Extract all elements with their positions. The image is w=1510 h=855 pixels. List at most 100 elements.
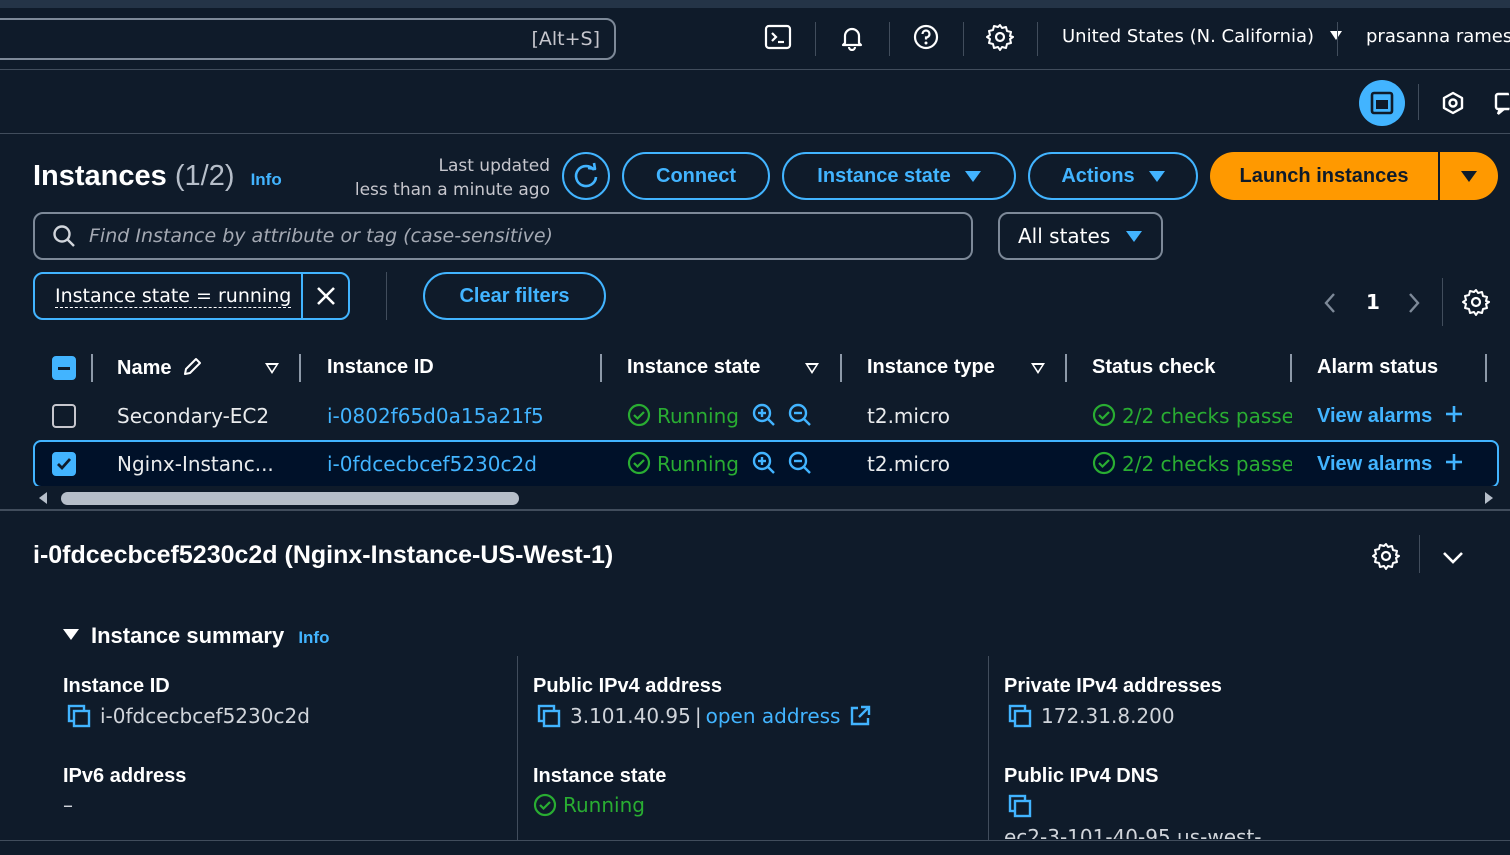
column-header-alarm-status[interactable]: Alarm status xyxy=(1317,356,1438,379)
copy-icon[interactable] xyxy=(1007,703,1033,729)
search-shortcut: [Alt+S] xyxy=(531,28,600,50)
instance-state: Running xyxy=(627,451,739,476)
table-preferences-button[interactable] xyxy=(1462,288,1490,321)
column-header-instance-id[interactable]: Instance ID xyxy=(327,356,434,379)
column-header-status-check[interactable]: Status check xyxy=(1092,356,1215,379)
account-menu[interactable]: prasanna ramesh xyxy=(1366,26,1510,47)
filter-token-label[interactable]: Instance state = running xyxy=(35,274,303,318)
detail-preferences-button[interactable] xyxy=(1372,542,1400,575)
check-circle-icon xyxy=(627,451,651,475)
clear-filters-button[interactable]: Clear filters xyxy=(423,272,606,320)
column-divider[interactable] xyxy=(1290,354,1292,382)
column-divider[interactable] xyxy=(840,354,842,382)
nav-divider xyxy=(963,22,964,56)
private-ipv4-value: 172.31.8.200 xyxy=(1007,703,1175,729)
filter-divider xyxy=(386,272,387,320)
sort-caret-icon[interactable] xyxy=(1031,363,1045,374)
copy-icon[interactable] xyxy=(66,703,92,729)
launch-instances-button[interactable]: Launch instances xyxy=(1210,152,1498,200)
detail-divider xyxy=(1419,535,1420,573)
scroll-left-icon[interactable] xyxy=(37,491,49,505)
actions-button[interactable]: Actions xyxy=(1028,152,1198,200)
horizontal-scrollbar[interactable] xyxy=(33,486,1499,510)
top-nav: [Alt+S] United States (N. California) pr… xyxy=(0,8,1510,70)
status-check: 2/2 checks passec xyxy=(1092,451,1292,476)
states-select[interactable]: All states xyxy=(998,212,1163,260)
refresh-button[interactable] xyxy=(562,152,610,200)
instance-summary-toggle[interactable]: Instance summary Info xyxy=(63,623,329,649)
public-dns-label: Public IPv4 DNS xyxy=(1004,765,1159,787)
private-ipv4-text: 172.31.8.200 xyxy=(1041,704,1175,728)
instance-id-link[interactable]: i-0802f65d0a15a21f5 xyxy=(327,404,544,428)
panel-layout-button[interactable] xyxy=(1359,80,1405,126)
nav-divider xyxy=(889,22,890,56)
page-number[interactable]: 1 xyxy=(1366,290,1380,314)
launch-dropdown-button[interactable] xyxy=(1440,152,1498,200)
top-strip xyxy=(0,0,1510,8)
zoom-in-icon[interactable] xyxy=(751,450,777,481)
column-divider xyxy=(517,656,518,846)
info-link[interactable]: Info xyxy=(251,170,282,189)
view-alarms-link[interactable]: View alarms xyxy=(1317,452,1464,476)
scrollbar-thumb[interactable] xyxy=(61,492,519,505)
page-title: Instances (1/2) Info xyxy=(33,160,282,193)
instance-summary-heading: Instance summary xyxy=(91,623,285,648)
chevron-down-icon xyxy=(1443,552,1463,564)
scroll-right-icon[interactable] xyxy=(1483,491,1495,505)
help-icon[interactable] xyxy=(911,22,941,52)
instance-count: (1/2) xyxy=(174,160,235,192)
connect-button[interactable]: Connect xyxy=(622,152,770,200)
instances-panel: Instances (1/2) Info Last updated less t… xyxy=(0,134,1510,510)
feedback-button[interactable] xyxy=(1484,80,1510,126)
column-divider[interactable] xyxy=(91,354,93,382)
prev-page-button[interactable] xyxy=(1322,292,1338,319)
column-divider[interactable] xyxy=(1065,354,1067,382)
select-all-checkbox[interactable] xyxy=(52,356,76,380)
nav-divider xyxy=(1037,22,1038,56)
cloudshell-icon[interactable] xyxy=(763,22,793,52)
gear-icon[interactable] xyxy=(985,22,1015,52)
copy-icon[interactable] xyxy=(1007,793,1033,819)
bell-icon[interactable] xyxy=(837,22,867,52)
states-select-value: All states xyxy=(1018,224,1111,248)
next-page-button[interactable] xyxy=(1406,292,1422,319)
instance-state-label: Instance state xyxy=(817,164,951,187)
view-alarms-link[interactable]: View alarms xyxy=(1317,404,1464,428)
view-alarms-label: View alarms xyxy=(1317,453,1433,475)
column-header-instance-type[interactable]: Instance type xyxy=(867,356,995,379)
instance-search-input[interactable]: Find Instance by attribute or tag (case-… xyxy=(33,212,973,260)
instance-name: Secondary-EC2 xyxy=(117,404,270,428)
zoom-out-icon[interactable] xyxy=(787,402,813,433)
remove-filter-button[interactable] xyxy=(303,274,348,318)
zoom-in-icon[interactable] xyxy=(751,402,777,433)
instance-id-text: i-0fdcecbcef5230c2d xyxy=(100,704,310,728)
instance-id-link[interactable]: i-0fdcecbcef5230c2d xyxy=(327,452,537,476)
instance-state-field-label: Instance state xyxy=(533,765,667,787)
hexagon-settings-button[interactable] xyxy=(1430,80,1476,126)
sort-caret-icon[interactable] xyxy=(805,363,819,374)
column-header-instance-state[interactable]: Instance state xyxy=(627,356,760,379)
sort-caret-icon[interactable] xyxy=(265,363,279,374)
open-address-link[interactable]: open address xyxy=(706,704,841,728)
close-icon xyxy=(316,287,335,305)
table-row-selected[interactable]: Nginx-Instanc... i-0fdcecbcef5230c2d Run… xyxy=(33,440,1499,488)
zoom-out-icon[interactable] xyxy=(787,450,813,481)
column-divider[interactable] xyxy=(600,354,602,382)
instance-state-button[interactable]: Instance state xyxy=(782,152,1016,200)
global-search-input[interactable]: [Alt+S] xyxy=(0,18,616,60)
row-checkbox[interactable] xyxy=(52,404,76,428)
external-link-icon[interactable] xyxy=(848,704,872,728)
collapse-panel-button[interactable] xyxy=(1441,547,1465,571)
column-divider[interactable] xyxy=(299,354,301,382)
summary-info-link[interactable]: Info xyxy=(298,628,329,647)
footer-edge xyxy=(0,840,1510,855)
chevron-right-icon xyxy=(1409,293,1420,313)
row-checkbox[interactable] xyxy=(52,452,76,476)
column-header-name[interactable]: Name xyxy=(117,356,203,380)
region-selector[interactable]: United States (N. California) xyxy=(1062,26,1342,47)
table-row[interactable]: Secondary-EC2 i-0802f65d0a15a21f5 Runnin… xyxy=(33,392,1510,440)
instance-id-value: i-0fdcecbcef5230c2d xyxy=(66,703,310,729)
column-divider[interactable] xyxy=(1485,354,1487,382)
copy-icon[interactable] xyxy=(536,703,562,729)
indeterminate-mark xyxy=(58,367,70,370)
